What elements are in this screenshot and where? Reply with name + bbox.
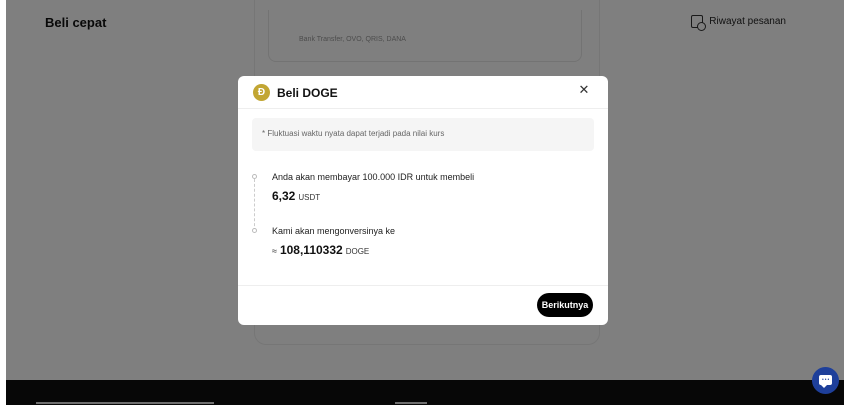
- chat-support-button[interactable]: •••: [812, 367, 839, 394]
- convert-label: Kami akan mengonversinya ke: [272, 226, 396, 236]
- pay-amount: 6,32 USDT: [272, 189, 320, 203]
- chat-icon: •••: [819, 375, 832, 388]
- timeline-dot: [252, 174, 257, 179]
- modal-overlay: Beli DOGE ✕ * Fluktuasi waktu nyata dapa…: [0, 0, 850, 405]
- pay-label: Anda akan membayar 100.000 IDR untuk mem…: [272, 172, 475, 182]
- pay-amount-value: 6,32: [272, 189, 296, 203]
- doge-coin-icon: [253, 84, 270, 101]
- convert-amount-unit: DOGE: [345, 247, 370, 256]
- rate-notice: * Fluktuasi waktu nyata dapat terjadi pa…: [252, 118, 594, 151]
- convert-amount-value: 108,110332: [279, 243, 343, 257]
- next-button[interactable]: Berikutnya: [537, 293, 593, 317]
- dialog-header: Beli DOGE ✕: [238, 76, 608, 109]
- convert-amount: ≈ 108,110332 DOGE: [272, 243, 369, 257]
- buy-doge-dialog: Beli DOGE ✕ * Fluktuasi waktu nyata dapa…: [238, 76, 608, 325]
- close-icon[interactable]: ✕: [577, 83, 591, 97]
- rate-notice-text: * Fluktuasi waktu nyata dapat terjadi pa…: [262, 129, 445, 138]
- dialog-divider: [238, 285, 608, 286]
- approx-sign: ≈: [272, 246, 277, 256]
- pay-amount-unit: USDT: [298, 193, 321, 202]
- timeline-dot: [252, 228, 257, 233]
- timeline-line: [254, 179, 255, 231]
- dialog-title: Beli DOGE: [277, 86, 338, 100]
